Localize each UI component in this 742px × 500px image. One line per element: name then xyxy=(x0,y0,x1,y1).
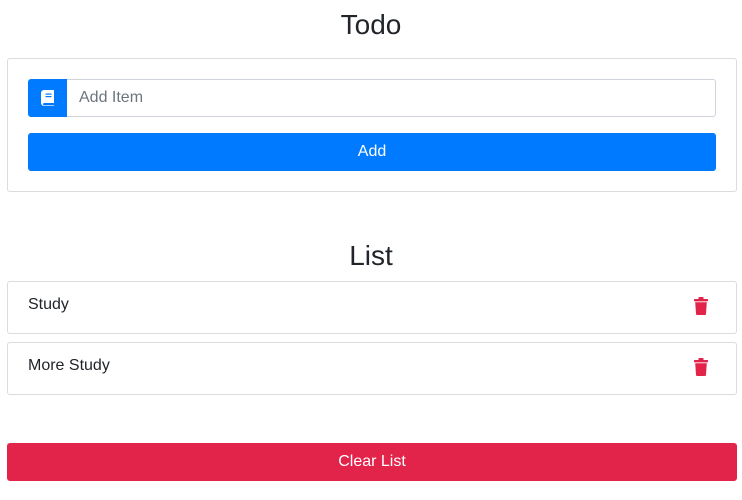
add-item-input-group xyxy=(28,79,716,117)
add-item-input[interactable] xyxy=(67,79,716,117)
list-item: Study xyxy=(7,281,737,334)
trash-icon[interactable] xyxy=(694,358,708,376)
todo-app: Todo Add List Study More Study xyxy=(0,0,742,500)
list-heading: List xyxy=(349,240,393,271)
clear-list-button[interactable]: Clear List xyxy=(7,443,737,481)
trash-icon[interactable] xyxy=(694,297,708,315)
add-button[interactable]: Add xyxy=(28,133,716,171)
list-item-label: More Study xyxy=(28,357,110,374)
list-item: More Study xyxy=(7,342,737,395)
book-icon xyxy=(28,79,67,117)
list-item-label: Study xyxy=(28,296,69,313)
add-item-form: Add xyxy=(7,58,737,192)
todo-heading: Todo xyxy=(340,9,402,40)
